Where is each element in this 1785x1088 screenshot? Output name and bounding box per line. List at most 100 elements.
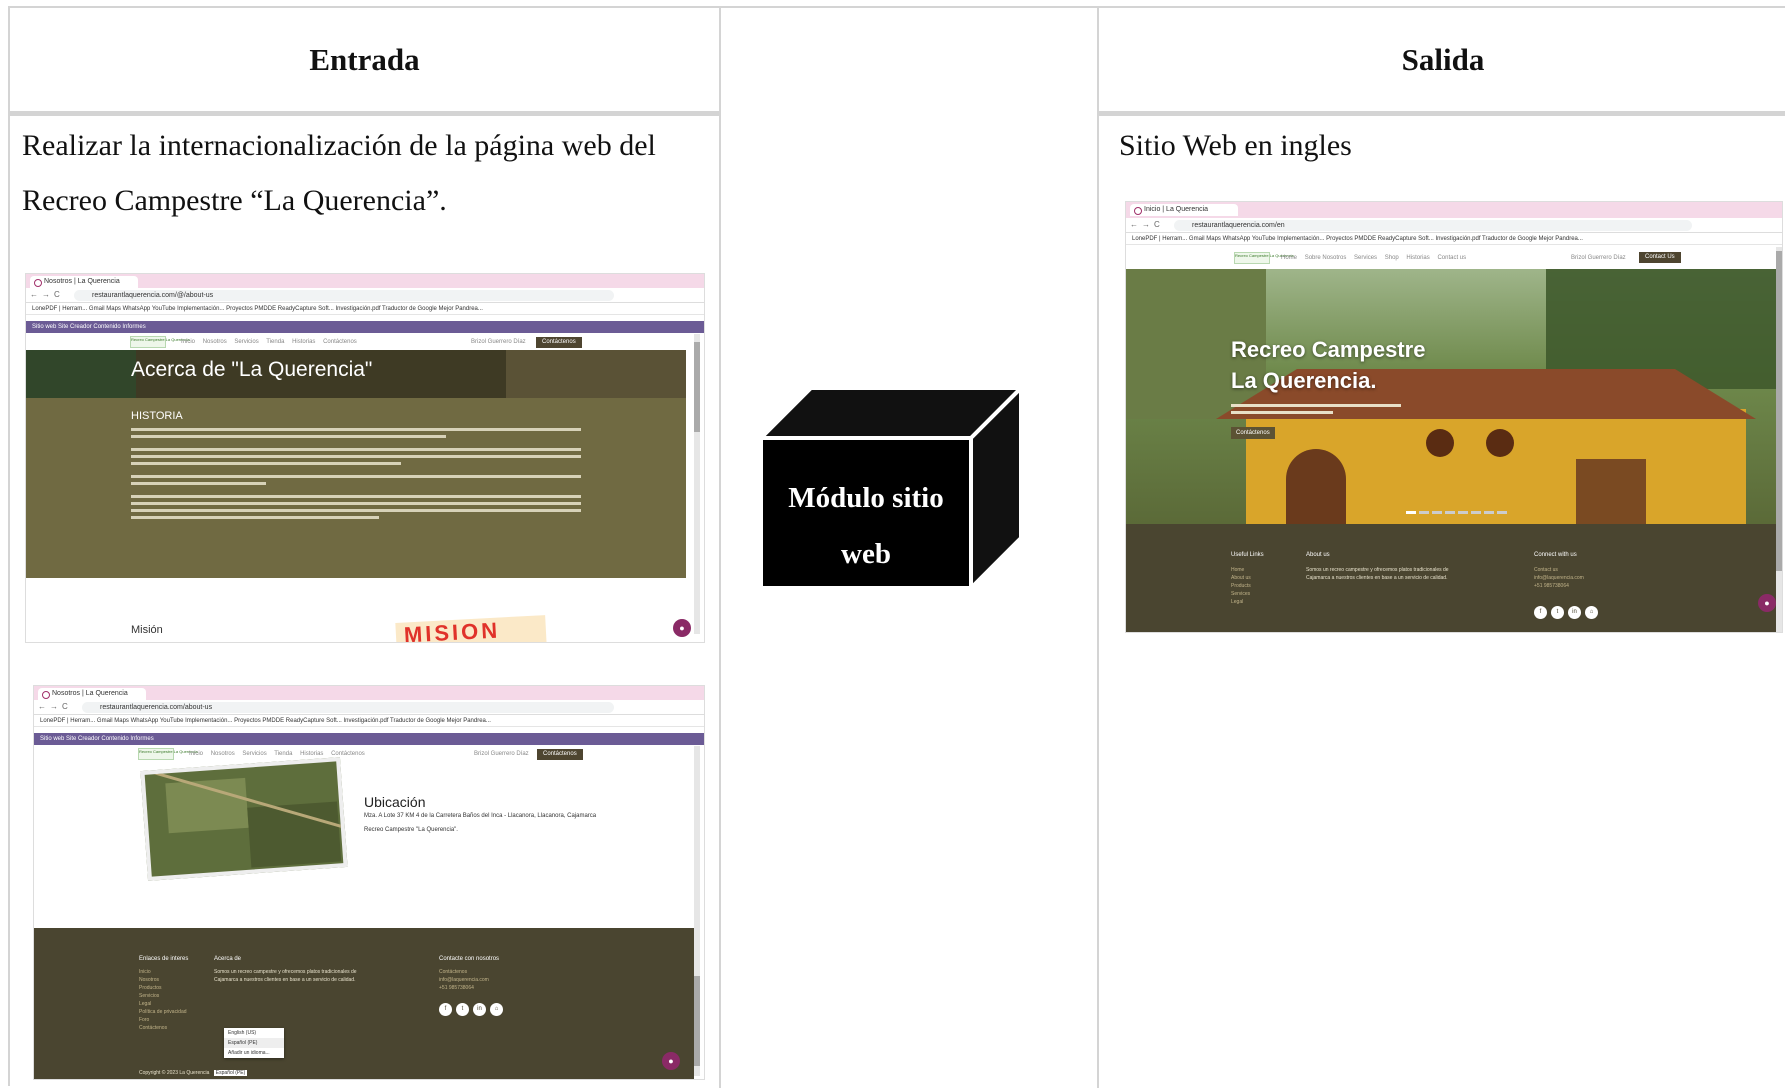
bookmarks-bar: LonePDF | Herram... Gmail Maps WhatsApp …	[1126, 233, 1782, 245]
nav-links: Inicio Nosotros Servicios Tienda Histori…	[181, 334, 363, 350]
user-menu: Brizol Guerrero Díaz	[474, 751, 529, 757]
user-menu: Brizol Guerrero Díaz	[1571, 255, 1626, 261]
linkedin-icon: in	[1568, 606, 1581, 619]
facebook-icon: f	[439, 1003, 452, 1016]
footer-contact-title: Connect with us	[1534, 552, 1577, 558]
nav-link: Sobre Nosotros	[1304, 255, 1347, 261]
footer-links-title: Useful Links	[1231, 552, 1264, 558]
input-column: Entrada Realizar la internacionalización…	[10, 8, 721, 1088]
hero-banner: Acerca de "La Querencia"	[26, 350, 686, 398]
hero-slider: Recreo Campestre La Querencia. Contácten…	[1126, 269, 1776, 524]
module-cube: Módulo sitio web	[756, 383, 1026, 593]
nav-link: Historias	[1406, 255, 1430, 261]
io-table: Entrada Realizar la internacionalización…	[8, 6, 1785, 1088]
site-logo: Recreo Campestre La Querencia	[1234, 252, 1294, 264]
contact-button: Contáctenos	[537, 749, 583, 760]
social-icons: f t in ⌂	[439, 1003, 503, 1016]
nav-arrows-icon: ←→C	[30, 290, 64, 299]
nav-link: Inicio	[189, 751, 204, 757]
lang-option-en: English (US)	[228, 1030, 257, 1036]
chat-icon: ●	[662, 1052, 680, 1070]
site-nav: Recreo Campestre La Querencia Inicio Nos…	[34, 746, 704, 762]
site-footer: Useful Links Home About us Products Service…	[1126, 524, 1776, 632]
browser-tabbar: Inicio | La Querencia	[1126, 202, 1782, 218]
footer-contact: Contáctenos info@laquerencia.com +51 98573…	[439, 969, 489, 991]
url-field: restaurantlaquerencia.com/en	[1174, 220, 1692, 231]
history-section: HISTORIA	[26, 398, 686, 578]
module-label: Módulo sitio web	[788, 482, 944, 570]
location-address: Mza. A Lote 37 KM 4 de la Carretera Baño…	[364, 813, 597, 819]
footer-links: Home About us Products Services Legal	[1231, 567, 1251, 605]
location-title: Ubicación	[364, 794, 426, 810]
footer-about-text: Somos un recreo campestre y ofrecemos pl…	[1306, 567, 1449, 581]
hero-subtitle-lines	[1231, 404, 1401, 414]
scrollbar	[694, 746, 700, 1076]
bookmarks-bar: LonePDF | Herram... Gmail Maps WhatsApp …	[26, 303, 704, 315]
output-description: Sitio Web en ingles	[1119, 129, 1352, 162]
input-description-line2: Recreo Campestre “La Querencia”.	[22, 184, 447, 217]
slider-dots	[1406, 511, 1507, 514]
browser-tabbar: Nosotros | La Querencia	[26, 274, 704, 288]
nav-arrows-icon: ←→C	[38, 702, 72, 711]
scrollbar	[694, 334, 700, 634]
screenshot-home-en: Inicio | La Querencia ←→C restaurantlaqu…	[1125, 201, 1783, 633]
nav-links: Inicio Nosotros Servicios Tienda Histori…	[189, 746, 371, 762]
site-logo: Recreo Campestre La Querencia	[130, 336, 190, 348]
chat-icon: ●	[1758, 594, 1776, 612]
nav-link: Nosotros	[202, 339, 227, 345]
twitter-icon: t	[1551, 606, 1564, 619]
url-field: restaurantlaquerencia.com/@/about-us	[74, 290, 614, 301]
hero-plant-image	[26, 350, 136, 398]
footer-links: Inicio Nosotros Productos Servicios Legal Pol…	[139, 969, 187, 1031]
nav-link: Historias	[292, 339, 316, 345]
site-footer: Enlaces de interes Inicio Nosotros Product…	[34, 928, 694, 1079]
browser-tab: Nosotros | La Querencia	[30, 276, 138, 288]
nav-link: Servicios	[234, 339, 259, 345]
social-icons: f t in ⌂	[1534, 606, 1598, 619]
nav-link: Contact us	[1437, 255, 1467, 261]
nav-arrows-icon: ←→C	[1130, 220, 1164, 229]
nav-link: Contáctenos	[323, 339, 357, 345]
contact-button: Contact Us	[1639, 252, 1681, 263]
nav-link: Services	[1354, 255, 1378, 261]
browser-tab: Nosotros | La Querencia	[38, 688, 146, 700]
footer-about-title: Acerca de	[214, 956, 242, 962]
location-name: Recreo Campestre "La Querencia".	[364, 827, 458, 833]
footer-links-title: Enlaces de interes	[139, 956, 189, 962]
history-text-lines	[131, 428, 581, 523]
mission-label: Misión	[131, 624, 163, 636]
copyright: Copyright © 2023 La Querencia Español (P…	[139, 1070, 248, 1076]
nav-link: Historias	[300, 751, 324, 757]
module-header	[721, 8, 1097, 116]
nav-links: Home Sobre Nosotros Services Shop Histor…	[1281, 247, 1472, 269]
footer-contact: Contact us info@laquerencia.com +51 985738…	[1534, 567, 1584, 589]
nav-link: Nosotros	[210, 751, 235, 757]
site-nav: Recreo Campestre La Querencia Home Sobre…	[1126, 247, 1782, 269]
site-logo: Recreo Campestre La Querencia	[138, 748, 198, 760]
browser-urlbar: ←→C restaurantlaquerencia.com/@/about-us	[26, 288, 704, 303]
output-column: Salida Sitio Web en ingles Inicio | La Q…	[1099, 8, 1785, 1088]
odoo-bar: Sitio web Site Creador Contenido Informe…	[26, 321, 704, 333]
twitter-icon: t	[456, 1003, 469, 1016]
footer-about-title: About us	[1306, 552, 1330, 558]
input-header: Entrada	[10, 8, 719, 116]
screenshot-about-es: Nosotros | La Querencia ←→C restaurantla…	[25, 273, 705, 643]
history-title: HISTORIA	[131, 410, 183, 422]
hero-contact-button: Contáctenos	[1231, 427, 1275, 439]
linkedin-icon: in	[473, 1003, 486, 1016]
scrollbar	[1776, 247, 1782, 632]
browser-tab: Inicio | La Querencia	[1130, 204, 1238, 216]
module-column: Módulo sitio web	[721, 8, 1099, 1088]
browser-tabbar: Nosotros | La Querencia	[34, 686, 704, 700]
home-icon: ⌂	[490, 1003, 503, 1016]
chat-icon: ●	[673, 619, 691, 637]
input-description-line1: Realizar la internacionalización de la p…	[22, 129, 656, 162]
screenshot-location-footer-es: Nosotros | La Querencia ←→C restaurantla…	[33, 685, 705, 1080]
nav-link: Tienda	[274, 751, 293, 757]
facebook-icon: f	[1534, 606, 1547, 619]
user-menu: Brizol Guerrero Díaz	[471, 339, 526, 345]
browser-urlbar: ←→C restaurantlaquerencia.com/en	[1126, 218, 1782, 233]
contact-button: Contáctenos	[536, 337, 582, 348]
home-icon: ⌂	[1585, 606, 1598, 619]
footer-contact-title: Contacte con nosotros	[439, 956, 500, 962]
